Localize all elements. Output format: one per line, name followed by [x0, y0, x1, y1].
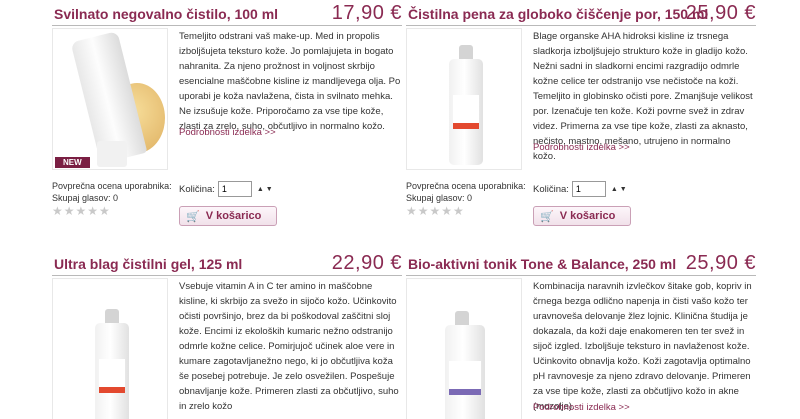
- quantity-label: Količina:: [533, 183, 569, 195]
- new-badge: NEW: [55, 157, 90, 168]
- product-price: 17,90 €: [331, 2, 402, 24]
- product-card: Čistilna pena za globoko čiščenje por, 1…: [406, 0, 756, 226]
- product-title[interactable]: Svilnato negovalno čistilo, 100 ml: [54, 6, 278, 22]
- product-title[interactable]: Bio-aktivni tonik Tone & Balance, 250 ml: [408, 256, 676, 272]
- product-image[interactable]: [52, 278, 168, 419]
- product-description: Vsebuje vitamin A in C ter amino in mašč…: [179, 281, 399, 412]
- bottle-pump: [105, 309, 119, 323]
- rating-label: Povprečna ocena uporabnika:: [406, 181, 526, 191]
- quantity-input[interactable]: [217, 181, 252, 197]
- product-image[interactable]: NEW: [52, 28, 168, 170]
- product-title-row: Bio-aktivni tonik Tone & Balance, 250 ml…: [406, 250, 756, 276]
- product-card: Ultra blag čistilni gel, 125 ml 22,90 € …: [52, 250, 402, 419]
- product-card: Svilnato negovalno čistilo, 100 ml 17,90…: [52, 0, 402, 226]
- product-image[interactable]: [406, 28, 522, 170]
- product-price: 25,90 €: [685, 2, 756, 24]
- bottle-stripe: [453, 123, 479, 129]
- bottle-stripe: [99, 387, 125, 393]
- rating-stars[interactable]: ★★★★★: [406, 204, 465, 218]
- bottle-stripe: [449, 389, 481, 395]
- bottle-pump: [459, 45, 473, 59]
- bottle-cap: [455, 311, 469, 325]
- product-card: Bio-aktivni tonik Tone & Balance, 250 ml…: [406, 250, 756, 419]
- rating-label: Povprečna ocena uporabnika:: [52, 181, 172, 191]
- product-price: 22,90 €: [331, 252, 402, 274]
- quantity-control: Količina: ▲ ▼: [179, 181, 273, 197]
- rating-block: Povprečna ocena uporabnika: Skupaj glaso…: [406, 180, 526, 204]
- quantity-label: Količina:: [179, 183, 215, 195]
- bottle-label: [99, 359, 125, 389]
- add-to-cart-label: V košarico: [205, 210, 262, 222]
- votes-label: Skupaj glasov: 0: [52, 193, 119, 203]
- product-title-row: Svilnato negovalno čistilo, 100 ml 17,90…: [52, 0, 402, 26]
- cart-icon: 🛒: [186, 210, 200, 223]
- bottle-illustration: [449, 45, 483, 165]
- product-title[interactable]: Čistilna pena za globoko čiščenje por, 1…: [408, 6, 708, 22]
- rating-block: Povprečna ocena uporabnika: Skupaj glaso…: [52, 180, 172, 204]
- bottle-illustration: [445, 311, 485, 419]
- bottle-label: [453, 95, 479, 125]
- add-to-cart-button[interactable]: 🛒 V košarico: [533, 206, 631, 226]
- product-title[interactable]: Ultra blag čistilni gel, 125 ml: [54, 256, 242, 272]
- bottle-label: [449, 361, 481, 391]
- product-description: Temeljito odstrani vaš make-up. Med in p…: [179, 31, 401, 132]
- product-image[interactable]: [406, 278, 522, 419]
- product-description: Kombinacija naravnih izvlečkov šitake go…: [533, 281, 752, 412]
- product-title-row: Ultra blag čistilni gel, 125 ml 22,90 €: [52, 250, 402, 276]
- votes-label: Skupaj glasov: 0: [406, 193, 473, 203]
- quantity-control: Količina: ▲ ▼: [533, 181, 627, 197]
- rating-stars[interactable]: ★★★★★: [52, 204, 111, 218]
- quantity-stepper[interactable]: ▲ ▼: [611, 186, 627, 193]
- details-link[interactable]: Podrobnosti izdelka >>: [533, 402, 630, 413]
- cart-icon: 🛒: [540, 210, 554, 223]
- add-to-cart-label: V košarico: [559, 210, 616, 222]
- tube-cap: [97, 141, 127, 167]
- add-to-cart-button[interactable]: 🛒 V košarico: [179, 206, 277, 226]
- product-price: 25,90 €: [685, 252, 756, 274]
- details-link[interactable]: Podrobnosti izdelka >>: [533, 142, 630, 153]
- bottle-illustration: [95, 309, 129, 419]
- product-title-row: Čistilna pena za globoko čiščenje por, 1…: [406, 0, 756, 26]
- quantity-input[interactable]: [571, 181, 606, 197]
- quantity-stepper[interactable]: ▲ ▼: [257, 186, 273, 193]
- details-link[interactable]: Podrobnosti izdelka >>: [179, 127, 276, 138]
